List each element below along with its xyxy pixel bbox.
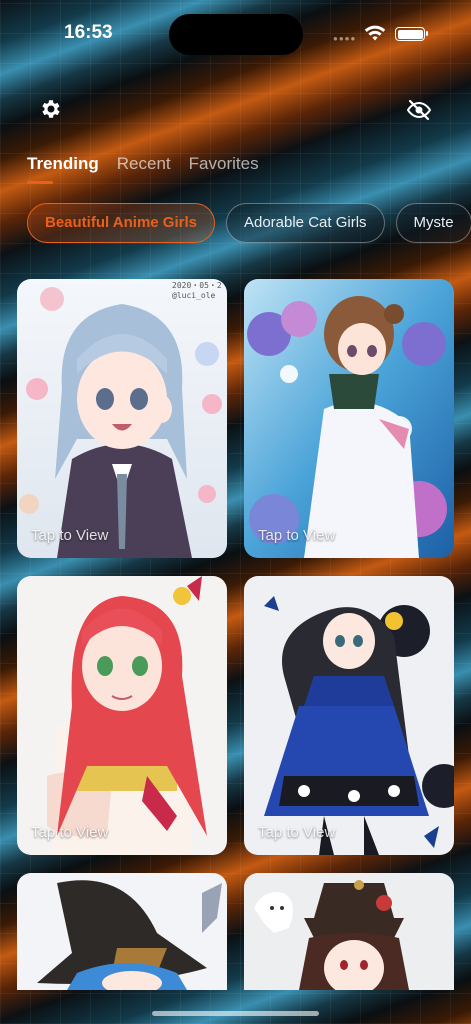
chip-adorable-cat-girls[interactable]: Adorable Cat Girls: [225, 203, 385, 243]
chip-beautiful-anime-girls[interactable]: Beautiful Anime Girls: [27, 203, 215, 243]
anime-girl-illustration: [244, 873, 454, 990]
tab-recent[interactable]: Recent: [117, 154, 171, 174]
anime-girl-illustration: [17, 873, 227, 990]
anime-girl-illustration: [17, 576, 227, 855]
image-card[interactable]: 2020・05・2 @luci_ole Tap to View: [17, 279, 227, 558]
svg-text:@luci_ole: @luci_ole: [172, 291, 216, 300]
image-card[interactable]: [17, 873, 227, 990]
category-chips: Beautiful Anime Girls Adorable Cat Girls…: [27, 203, 471, 243]
tap-to-view-label: Tap to View: [258, 824, 336, 841]
tap-to-view-label: Tap to View: [31, 824, 109, 841]
status-bar: 16:53 ●●●●: [0, 0, 471, 70]
dynamic-island: [169, 14, 303, 55]
tap-to-view-label: Tap to View: [258, 527, 336, 544]
tab-trending[interactable]: Trending: [27, 154, 99, 184]
anime-girl-illustration: 2020・05・2 @luci_ole: [17, 279, 227, 558]
chip-mystery[interactable]: Myste: [395, 203, 471, 243]
tab-bar: Trending Recent Favorites: [27, 154, 259, 184]
battery-icon: [395, 27, 428, 41]
wifi-icon: [364, 25, 386, 41]
home-indicator[interactable]: [152, 1011, 319, 1016]
signal-icon: ●●●●: [333, 34, 357, 43]
image-card[interactable]: Tap to View: [244, 279, 454, 558]
anime-girl-illustration: [244, 279, 454, 558]
gear-icon[interactable]: [39, 97, 63, 121]
svg-text:2020・05・2: 2020・05・2: [172, 281, 222, 290]
image-card[interactable]: [244, 873, 454, 990]
anime-girl-illustration: [244, 576, 454, 855]
tab-favorites[interactable]: Favorites: [189, 154, 259, 174]
tap-to-view-label: Tap to View: [31, 527, 109, 544]
image-card[interactable]: Tap to View: [17, 576, 227, 855]
image-card[interactable]: Tap to View: [244, 576, 454, 855]
status-time: 16:53: [64, 22, 113, 43]
eye-off-icon[interactable]: [406, 98, 432, 122]
